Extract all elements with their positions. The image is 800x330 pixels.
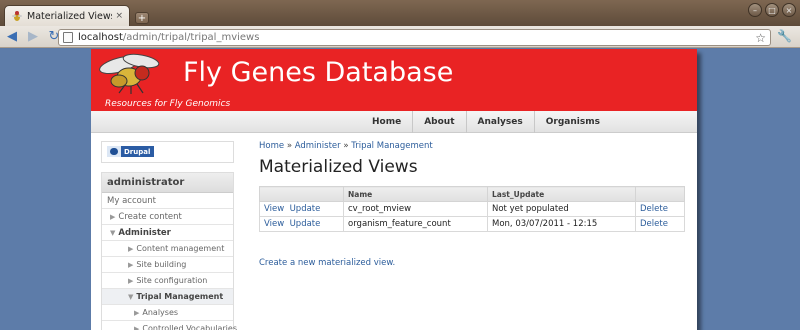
collapsed-arrow-icon: ▶ [134, 325, 140, 330]
sidebar-item-label: Site building [136, 260, 187, 269]
address-bar[interactable]: localhost/admin/tripal/tripal_mviews ☆ [58, 29, 771, 46]
bookmark-star-icon[interactable]: ☆ [755, 31, 766, 45]
primary-nav: Home About Analyses Organisms [91, 111, 697, 133]
update-link[interactable]: Update [290, 219, 321, 229]
sidebar-item-site-building[interactable]: ▶ Site building [102, 257, 233, 273]
collapsed-arrow-icon: ▶ [128, 261, 134, 269]
navigation-menu: My account ▶ Create content ▼ Administer ▶ Con… [102, 193, 237, 330]
page-viewport: Fly Genes Database Resources for Fly Gen… [0, 49, 800, 330]
wrench-menu-icon[interactable]: 🔧 [777, 29, 792, 43]
expanded-arrow-icon: ▼ [128, 293, 134, 301]
breadcrumb-administer[interactable]: Administer [295, 141, 341, 151]
main-content: Home » Administer » Tripal Management Ma… [259, 141, 685, 268]
user-menu-block: administrator My account ▶ Create content ▼… [101, 172, 237, 330]
user-block-title: administrator [102, 173, 233, 193]
nav-about[interactable]: About [413, 111, 467, 133]
header-last-update[interactable]: Last_Update [487, 186, 636, 202]
nav-home[interactable]: Home [361, 111, 414, 133]
drupal-badge[interactable]: Drupal [107, 146, 155, 157]
delete-link[interactable]: Delete [640, 204, 668, 214]
page-title: Materialized Views [259, 157, 418, 177]
mview-last-update: Not yet populated [487, 201, 636, 217]
page-icon [63, 32, 73, 43]
expanded-arrow-icon: ▼ [110, 229, 116, 237]
sidebar-item-label: Tripal Management [136, 292, 224, 301]
collapsed-arrow-icon: ▶ [110, 213, 116, 221]
maximize-icon[interactable]: □ [765, 3, 779, 17]
mview-name: cv_root_mview [343, 201, 488, 217]
header-name[interactable]: Name [343, 186, 488, 202]
sidebar-item-site-configuration[interactable]: ▶ Site configuration [102, 273, 233, 289]
window-close-icon[interactable]: × [782, 3, 796, 17]
collapsed-arrow-icon: ▶ [128, 245, 134, 253]
sidebar-item-label: Content management [136, 244, 225, 253]
site-container: Fly Genes Database Resources for Fly Gen… [91, 49, 697, 330]
breadcrumb: Home » Administer » Tripal Management [259, 141, 433, 151]
sidebar-item-label: My account [107, 196, 156, 206]
minimize-icon[interactable]: – [748, 3, 762, 17]
table-row: View Update cv_root_mview Not yet popula… [259, 201, 685, 217]
mview-last-update: Mon, 03/07/2011 - 12:15 [487, 216, 636, 232]
url-text: localhost/admin/tripal/tripal_mviews [78, 32, 260, 43]
header-delete [635, 186, 685, 202]
table-header-row: Name Last_Update [259, 186, 685, 202]
sidebar-item-label: Create content [118, 212, 182, 222]
nav-analyses[interactable]: Analyses [467, 111, 535, 133]
collapsed-arrow-icon: ▶ [128, 277, 134, 285]
sidebar-item-administer[interactable]: ▼ Administer [102, 225, 233, 241]
site-header: Fly Genes Database Resources for Fly Gen… [91, 49, 697, 111]
header-actions [259, 186, 344, 202]
tab-title: Materialized Views | Fl... [27, 10, 112, 22]
delete-link[interactable]: Delete [640, 219, 668, 229]
new-tab-button[interactable]: + [135, 12, 149, 24]
sidebar-item-content-management[interactable]: ▶ Content management [102, 241, 233, 257]
tab-close-icon[interactable]: × [115, 11, 123, 21]
sidebar-item-label: Controlled Vocabularies [142, 324, 237, 330]
back-icon[interactable]: ◀ [3, 28, 21, 46]
breadcrumb-tripal-management[interactable]: Tripal Management [351, 141, 432, 151]
fly-favicon-icon [12, 11, 22, 21]
sidebar-item-create-content[interactable]: ▶ Create content [102, 209, 233, 225]
sidebar-item-label: Administer [118, 228, 171, 238]
materialized-views-table: Name Last_Update View Update cv_root_mvi… [259, 186, 685, 232]
browser-toolbar: ◀ ▶ ↻ localhost/admin/tripal/tripal_mvie… [0, 26, 800, 48]
sidebar-item-label: Analyses [142, 308, 179, 317]
powered-by-drupal-block: Drupal [101, 141, 234, 163]
sidebar: Drupal administrator My account ▶ Create c… [101, 141, 237, 330]
sidebar-item-my-account[interactable]: My account [102, 193, 233, 209]
create-mview-link[interactable]: Create a new materialized view. [259, 258, 685, 268]
view-link[interactable]: View [264, 219, 284, 229]
drupal-drop-icon [107, 146, 121, 157]
browser-tab[interactable]: Materialized Views | Fl... × [4, 5, 130, 26]
browser-titlebar: Materialized Views | Fl... × + – □ × [0, 0, 800, 26]
site-slogan: Resources for Fly Genomics [105, 99, 231, 109]
fly-logo-icon[interactable] [97, 51, 165, 95]
mview-name: organism_feature_count [343, 216, 488, 232]
sidebar-item-analyses[interactable]: ▶ Analyses [102, 305, 233, 321]
table-row: View Update organism_feature_count Mon, … [259, 216, 685, 232]
collapsed-arrow-icon: ▶ [134, 309, 140, 317]
update-link[interactable]: Update [290, 204, 321, 214]
view-link[interactable]: View [264, 204, 284, 214]
breadcrumb-home[interactable]: Home [259, 141, 284, 151]
sidebar-item-label: Site configuration [136, 276, 208, 285]
sidebar-item-controlled-vocabularies[interactable]: ▶ Controlled Vocabularies [102, 321, 237, 330]
sidebar-item-tripal-management[interactable]: ▼ Tripal Management [102, 289, 233, 305]
forward-icon[interactable]: ▶ [24, 28, 42, 46]
nav-organisms[interactable]: Organisms [535, 111, 611, 133]
site-name[interactable]: Fly Genes Database [183, 57, 453, 88]
